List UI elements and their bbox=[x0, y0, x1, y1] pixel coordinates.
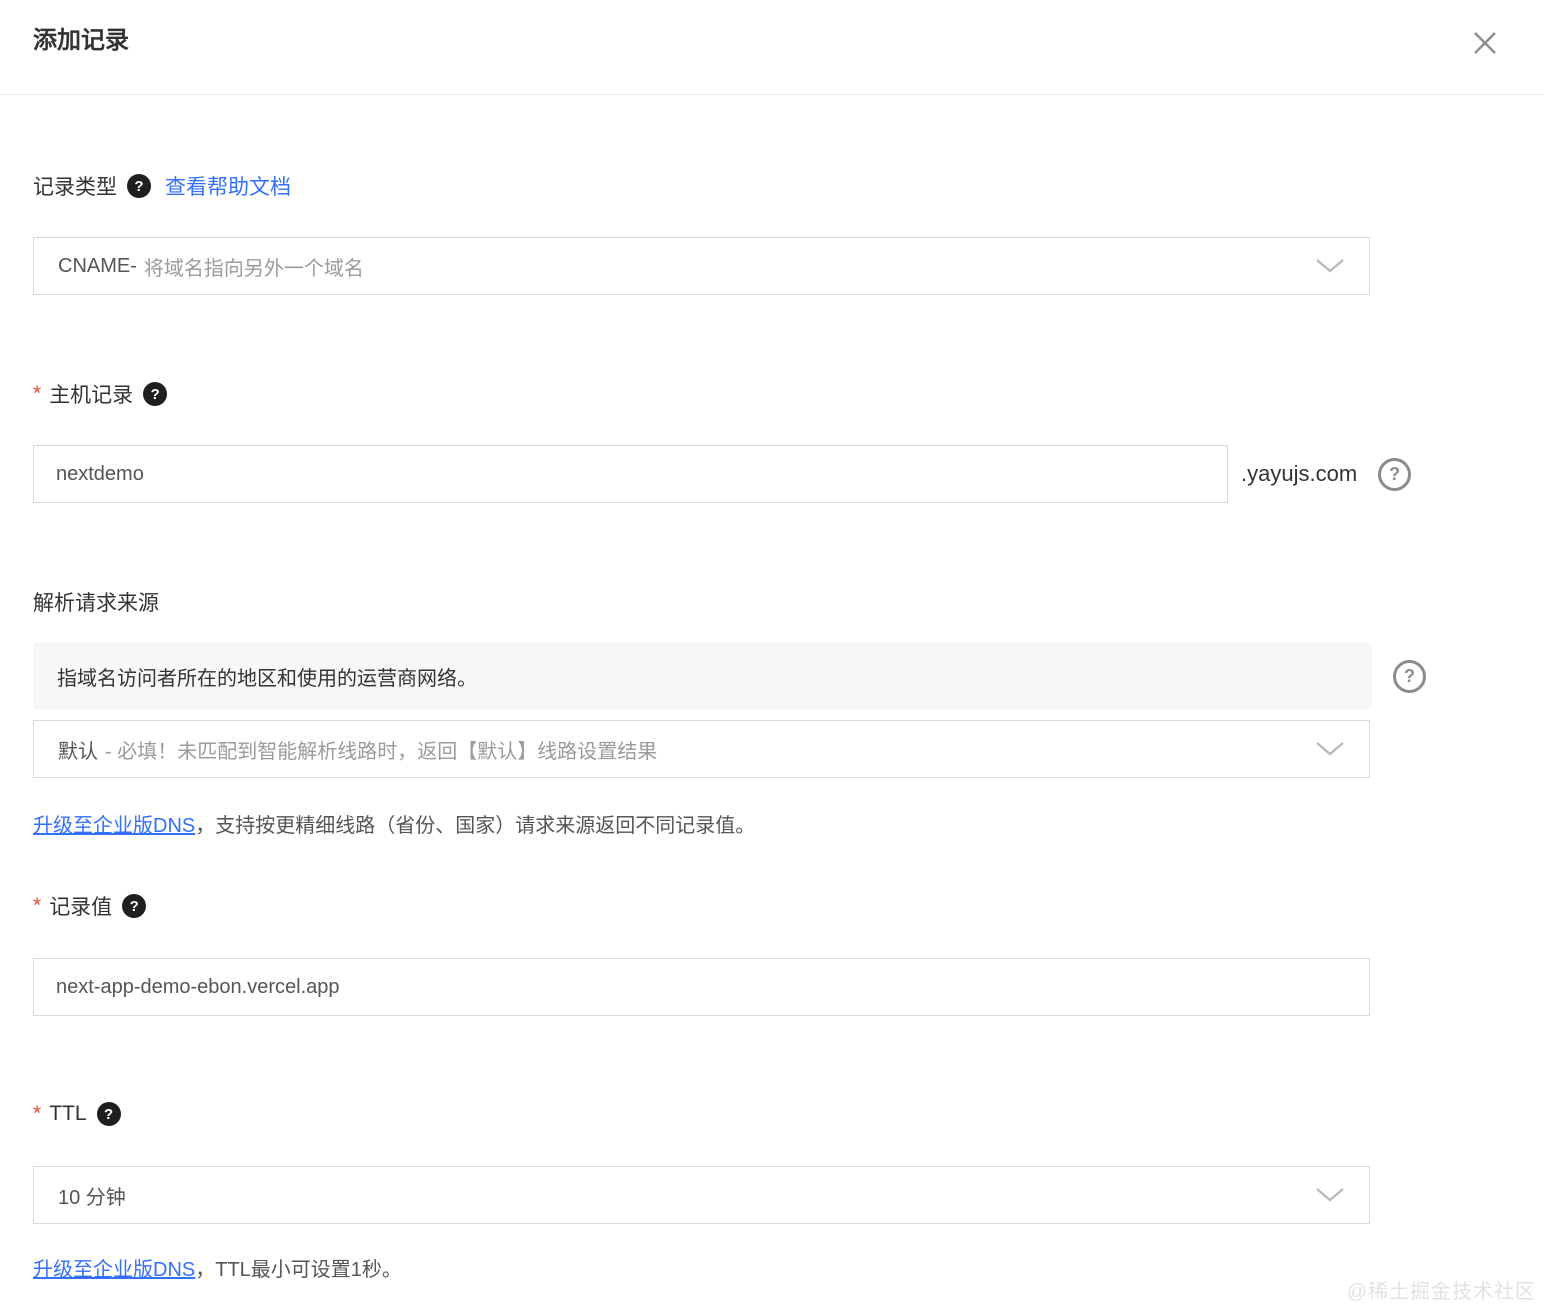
record-value-row bbox=[33, 958, 1511, 1016]
record-type-select[interactable]: CNAME- 将域名指向另外一个域名 bbox=[33, 237, 1370, 295]
host-record-row: .yayujs.com ? bbox=[33, 445, 1511, 503]
resolution-source-label-row: 解析请求来源 bbox=[33, 588, 1511, 616]
dialog-header: 添加记录 bbox=[0, 0, 1544, 95]
view-help-doc-link[interactable]: 查看帮助文档 bbox=[165, 171, 291, 201]
record-type-help-icon[interactable]: ? bbox=[127, 174, 151, 198]
close-button[interactable] bbox=[1468, 26, 1502, 60]
record-type-selected-value: CNAME- bbox=[58, 254, 137, 277]
record-value-input[interactable] bbox=[33, 958, 1370, 1016]
ttl-upgrade-text: ，TTL最小可设置1秒。 bbox=[195, 1259, 402, 1281]
add-record-form: 记录类型 ? 查看帮助文档 CNAME- 将域名指向另外一个域名 * 主机记录 … bbox=[0, 172, 1544, 1284]
ttl-selected-value: 10 分钟 bbox=[58, 1186, 126, 1209]
upgrade-dns-link[interactable]: 升级至企业版DNS bbox=[33, 815, 195, 837]
resolution-source-info-row: 指域名访问者所在的地区和使用的运营商网络。 ? bbox=[33, 643, 1511, 709]
resolution-upgrade-line: 升级至企业版DNS，支持按更精细线路（省份、国家）请求来源返回不同记录值。 bbox=[33, 812, 1511, 840]
chevron-down-icon bbox=[1315, 741, 1345, 757]
host-record-label-row: * 主机记录 ? bbox=[33, 380, 1511, 408]
chevron-down-icon bbox=[1315, 1187, 1345, 1203]
domain-suffix: .yayujs.com bbox=[1241, 461, 1358, 486]
dialog-title: 添加记录 bbox=[33, 27, 129, 54]
required-mark: * bbox=[33, 382, 42, 405]
resolution-line-select[interactable]: 默认 - 必填！未匹配到智能解析线路时，返回【默认】线路设置结果 bbox=[33, 720, 1370, 778]
resolution-source-info: 指域名访问者所在的地区和使用的运营商网络。 bbox=[33, 643, 1372, 709]
ttl-select[interactable]: 10 分钟 bbox=[33, 1166, 1370, 1224]
close-icon bbox=[1472, 32, 1498, 59]
resolution-source-question-icon[interactable]: ? bbox=[1393, 659, 1426, 693]
ttl-upgrade-line: 升级至企业版DNS，TTL最小可设置1秒。 bbox=[33, 1256, 1511, 1284]
host-record-question-icon[interactable]: ? bbox=[1378, 457, 1412, 491]
chevron-down-icon bbox=[1315, 258, 1345, 274]
host-record-input[interactable] bbox=[33, 445, 1228, 503]
ttl-help-icon[interactable]: ? bbox=[96, 1102, 121, 1126]
resolution-upgrade-text: ，支持按更精细线路（省份、国家）请求来源返回不同记录值。 bbox=[195, 815, 756, 837]
ttl-label-row: * TTL ? bbox=[33, 1100, 1511, 1128]
record-type-label: 记录类型 bbox=[33, 176, 117, 199]
required-mark: * bbox=[33, 1102, 42, 1125]
upgrade-dns-link[interactable]: 升级至企业版DNS bbox=[33, 1259, 195, 1281]
record-value-help-icon[interactable]: ? bbox=[122, 894, 147, 918]
host-record-help-icon[interactable]: ? bbox=[143, 382, 168, 406]
record-value-label: 记录值 bbox=[49, 896, 113, 919]
host-record-label: 主机记录 bbox=[49, 384, 134, 407]
record-type-label-row: 记录类型 ? 查看帮助文档 bbox=[33, 172, 1511, 200]
resolution-line-selected-value: 默认 bbox=[58, 740, 98, 763]
resolution-line-selected-desc: - 必填！未匹配到智能解析线路时，返回【默认】线路设置结果 bbox=[105, 740, 658, 763]
record-value-label-row: * 记录值 ? bbox=[33, 892, 1511, 920]
required-mark: * bbox=[33, 894, 42, 917]
ttl-label: TTL bbox=[49, 1102, 87, 1125]
record-type-selected-desc: 将域名指向另外一个域名 bbox=[143, 257, 364, 280]
resolution-source-label: 解析请求来源 bbox=[33, 592, 159, 615]
watermark: @稀土掘金技术社区 bbox=[1346, 1281, 1536, 1303]
